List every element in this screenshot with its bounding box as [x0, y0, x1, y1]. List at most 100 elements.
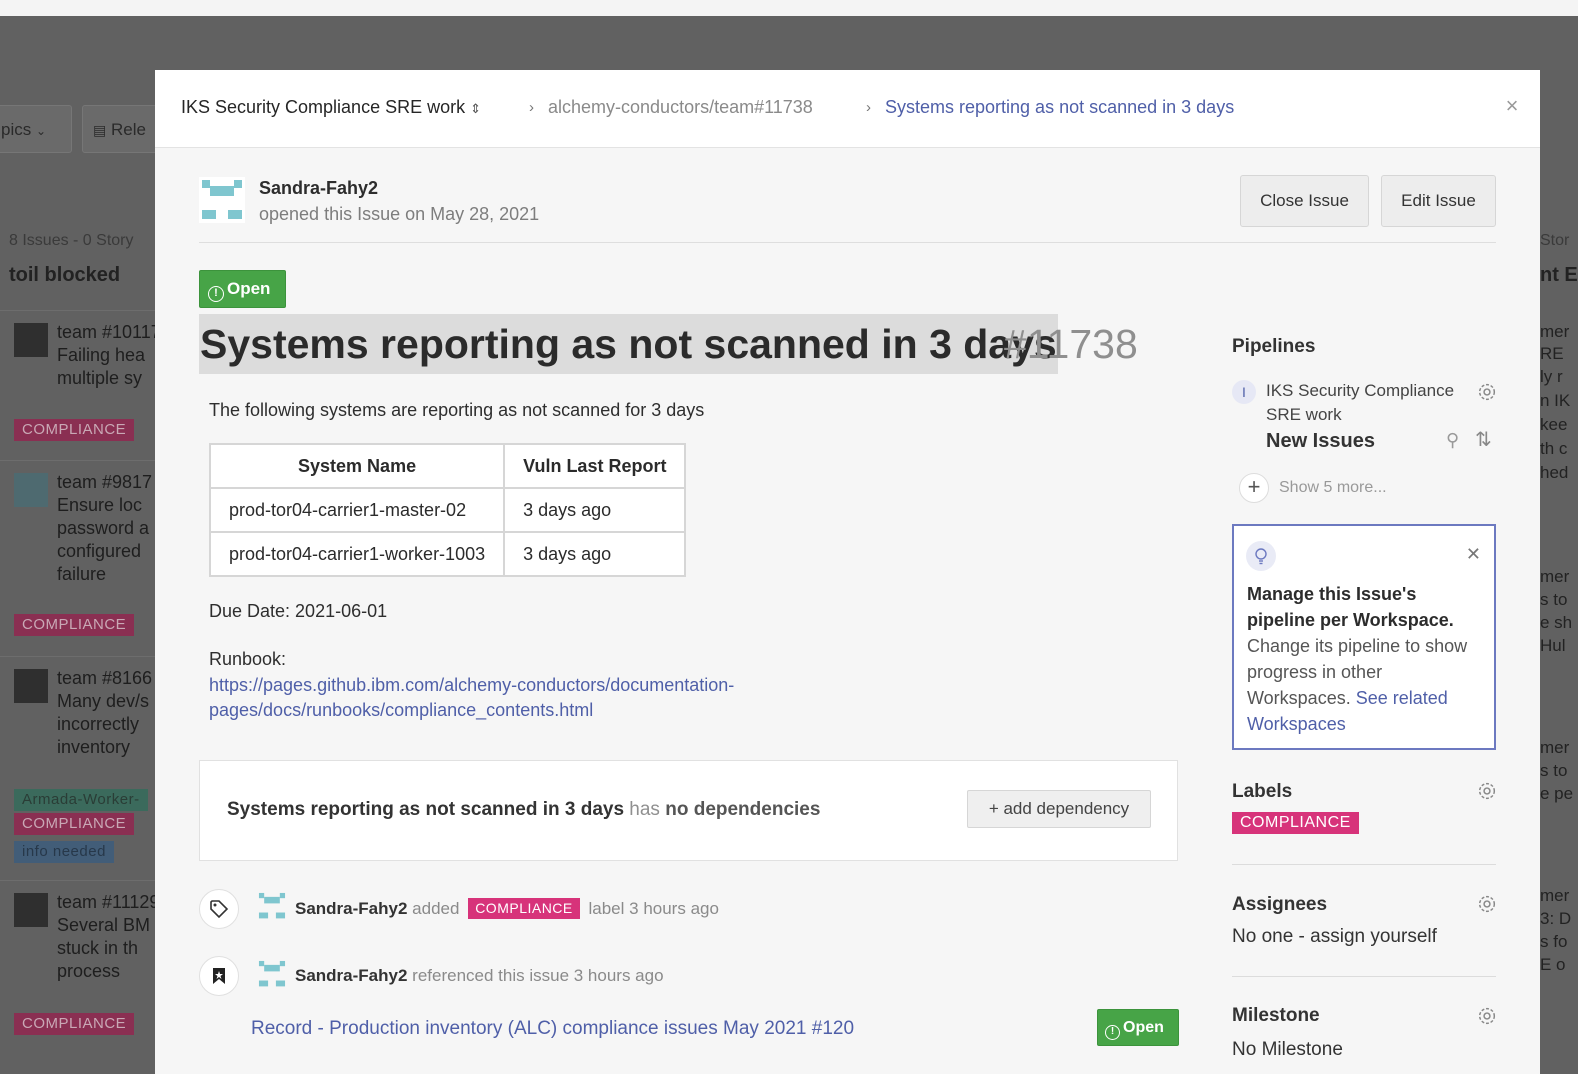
plus-icon: + [1239, 473, 1269, 503]
card-line: configured [57, 541, 142, 561]
issue-title-text: Systems reporting as not scanned in 3 da… [199, 314, 1058, 374]
table-cell: prod-tor04-carrier1-master-02 [208, 487, 506, 533]
table-row: prod-tor04-carrier1-master-02 3 days ago [208, 487, 687, 533]
workspace-initial-icon: I [1232, 380, 1256, 404]
timeline-event: Sandra-Fahy2 referenced this issue 3 hou… [295, 966, 664, 986]
issue-modal: IKS Security Compliance SRE work ⇕ › alc… [155, 70, 1540, 1074]
card-text: team #8166 Many dev/s incorrectly invent… [57, 667, 167, 759]
issue-title: Systems reporting as not scanned in 3 da… [199, 314, 1058, 374]
right-card-text: mer [1540, 567, 1570, 586]
card-text: team #9817 Ensure loc password a configu… [57, 471, 167, 586]
card-line: team #9817 [57, 472, 153, 492]
card-label: COMPLIANCE [14, 614, 135, 636]
close-issue-button[interactable]: Close Issue [1240, 175, 1369, 227]
issue-intro: The following systems are reporting as n… [209, 400, 705, 420]
status-badge-label: Open [227, 279, 271, 298]
avatar [199, 177, 245, 223]
right-card-text: Hul [1540, 636, 1566, 655]
dependencies-panel: Systems reporting as not scanned in 3 da… [199, 760, 1178, 861]
assignees-heading: Assignees [1232, 894, 1328, 915]
dependencies-none: no dependencies [665, 799, 821, 820]
reference-status-label: Open [1123, 1019, 1164, 1036]
assignees-value[interactable]: No one - assign yourself [1232, 926, 1437, 948]
status-badge: ! Open [199, 270, 286, 308]
chevron-right-icon: › [529, 99, 534, 116]
timeline-user[interactable]: Sandra-Fahy2 [295, 899, 407, 918]
card-line: team #11129 [57, 892, 160, 912]
gear-icon[interactable] [1476, 780, 1498, 802]
bookmark-icon [199, 956, 239, 996]
board-card[interactable]: team #8166 Many dev/s incorrectly invent… [0, 656, 160, 871]
card-label: COMPLIANCE [14, 1013, 135, 1035]
gear-icon[interactable] [1476, 1005, 1498, 1027]
table-cell: 3 days ago [503, 531, 687, 577]
card-line: team #8166 [57, 668, 153, 688]
avatar [14, 323, 48, 357]
label-chip: COMPLIANCE [1232, 812, 1359, 834]
breadcrumb-issue-title[interactable]: Systems reporting as not scanned in 3 da… [885, 97, 1234, 118]
browser-top-strip [0, 0, 1578, 16]
card-line: Failing hea [57, 345, 146, 365]
board-card[interactable]: team #11129 Several BM stuck in th proce… [0, 880, 160, 1050]
card-line: inventory [57, 737, 131, 757]
right-card-text: mer [1540, 886, 1570, 905]
lightbulb-icon [1246, 541, 1276, 571]
referenced-issue-link[interactable]: Record - Production inventory (ALC) comp… [251, 1018, 854, 1040]
card-line: password a [57, 518, 150, 538]
board-card[interactable]: team #10117 Failing hea multiple sy COMP… [0, 310, 161, 445]
timeline-user[interactable]: Sandra-Fahy2 [295, 966, 407, 985]
divider [1232, 976, 1496, 977]
right-card-text: E o [1540, 955, 1566, 974]
show-more-pipelines[interactable]: + Show 5 more... [1239, 473, 1387, 503]
table-header: System Name [208, 443, 506, 489]
column-title: toil blocked [9, 264, 121, 286]
card-line: Ensure loc [57, 495, 143, 515]
edit-issue-button[interactable]: Edit Issue [1381, 175, 1496, 227]
due-date: Due Date: 2021-06-01 [209, 601, 388, 621]
add-dependency-button[interactable]: + add dependency [967, 790, 1151, 828]
chevron-down-icon: ⌄ [35, 124, 47, 138]
right-card-text: mer [1540, 322, 1570, 341]
right-card-text: mer [1540, 738, 1570, 757]
gear-icon[interactable] [1476, 893, 1498, 915]
runbook-link[interactable]: https://pages.github.ibm.com/alchemy-con… [209, 675, 734, 721]
card-line: failure [57, 564, 107, 584]
milestone-heading: Milestone [1232, 1005, 1320, 1026]
right-card-text: th c [1540, 439, 1568, 458]
pipeline-workspace: IKS Security Compliance SRE work [1266, 381, 1455, 424]
card-line: multiple sy [57, 368, 143, 388]
chevron-right-icon: › [866, 99, 871, 116]
dependencies-has: has [629, 799, 660, 820]
pin-icon[interactable]: ⚲ [1446, 430, 1459, 451]
avatar [14, 893, 48, 927]
close-icon[interactable]: × [1500, 94, 1524, 118]
card-label: COMPLIANCE [14, 813, 135, 835]
tip-text: Manage this Issue's pipeline per Workspa… [1247, 581, 1487, 737]
right-card-text: kee [1540, 415, 1568, 434]
card-line: team #10117 [57, 322, 161, 342]
right-column-meta: Stor [1540, 232, 1570, 249]
avatar [258, 960, 286, 987]
workspace-switcher[interactable]: IKS Security Compliance SRE work ⇕ [181, 97, 481, 118]
sort-arrows-icon[interactable]: ⇅ [1475, 427, 1492, 452]
epics-filter-chip[interactable]: pics ⌄ [0, 105, 72, 153]
table-row: prod-tor04-carrier1-worker-1003 3 days a… [208, 531, 687, 577]
card-label: COMPLIANCE [14, 419, 135, 441]
breadcrumb-repo[interactable]: alchemy-conductors/team#11738 [548, 97, 813, 118]
show-more-label: Show 5 more... [1279, 479, 1387, 497]
alert-circle-icon: ! [1105, 1025, 1120, 1040]
board-card[interactable]: team #9817 Ensure loc password a configu… [0, 460, 160, 640]
gear-icon[interactable] [1476, 381, 1498, 403]
pipeline-select[interactable]: New Issues [1266, 430, 1375, 453]
milestone-value[interactable]: No Milestone [1232, 1039, 1343, 1061]
epics-chip-label: pics [1, 120, 32, 139]
label-chip: COMPLIANCE [468, 898, 580, 919]
author-name[interactable]: Sandra-Fahy2 [259, 178, 378, 199]
right-card-text: hed [1540, 463, 1569, 482]
document-icon: ▤ [93, 122, 107, 138]
systems-table: System Name Vuln Last Report prod-tor04-… [208, 443, 687, 577]
close-icon[interactable]: ✕ [1466, 544, 1481, 565]
dependencies-summary: Systems reporting as not scanned in 3 da… [227, 799, 820, 821]
table-header: Vuln Last Report [503, 443, 687, 489]
pipelines-heading: Pipelines [1232, 336, 1316, 357]
